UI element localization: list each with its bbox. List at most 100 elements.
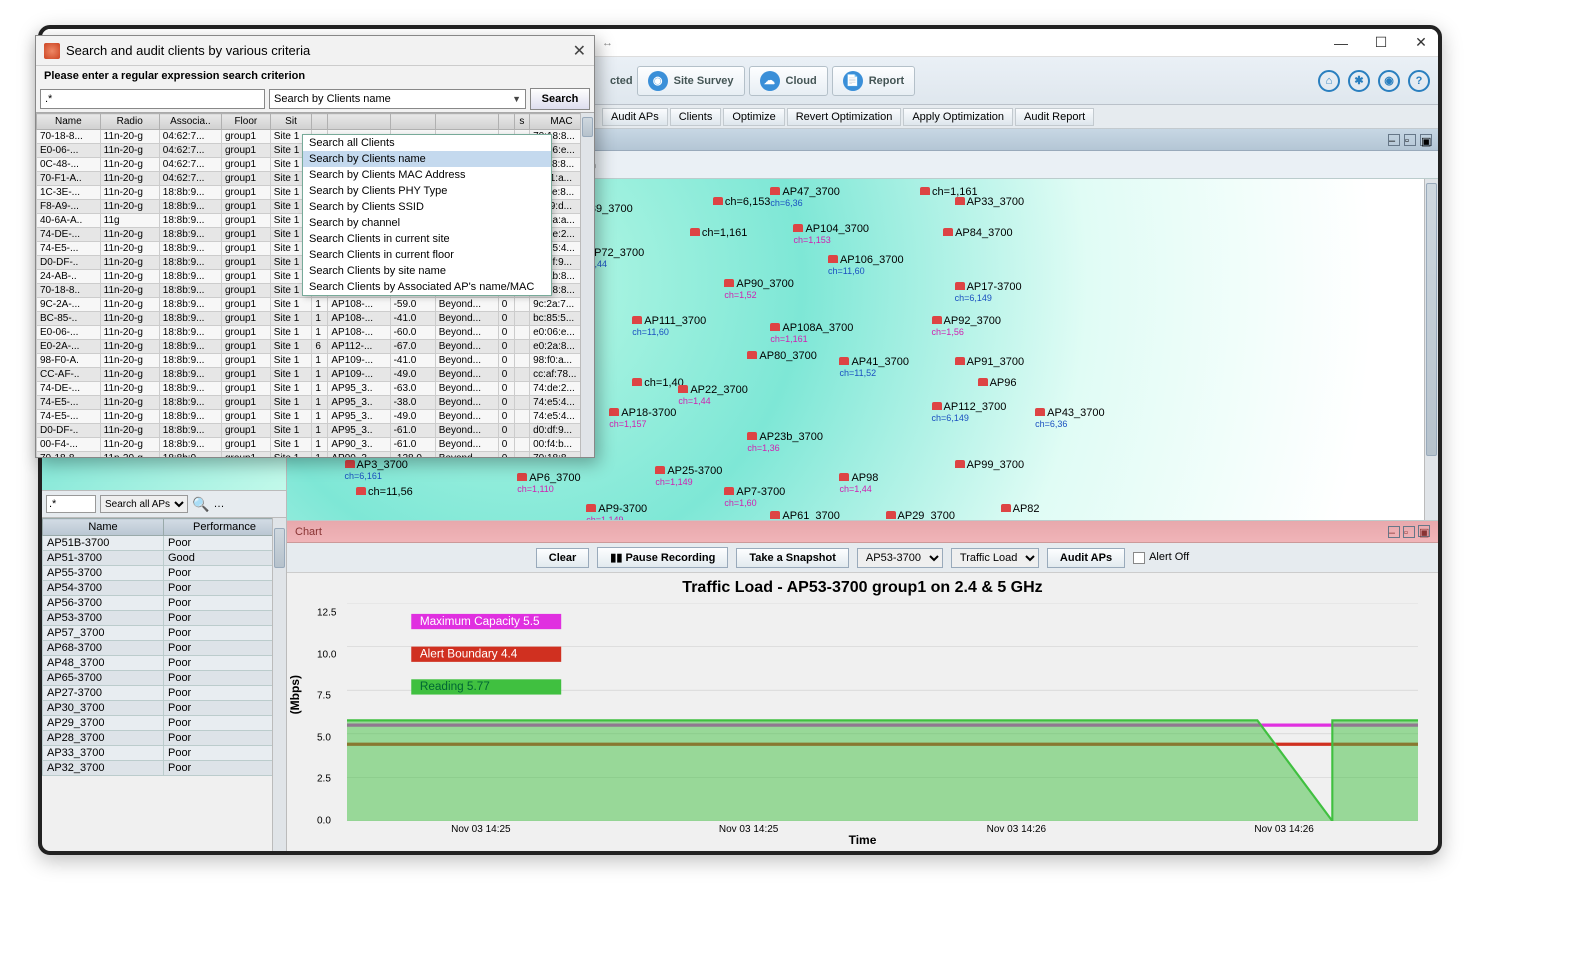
ap-node[interactable]: AP99_3700: [955, 459, 1025, 471]
ap-node[interactable]: AP22_3700ch=1,44: [678, 384, 748, 406]
dropdown-option[interactable]: Search Clients in current site: [303, 231, 551, 247]
scrollbar[interactable]: [272, 518, 286, 851]
table-row[interactable]: AP53-3700Poor: [43, 611, 286, 626]
table-row[interactable]: E0-2A-...11n-20-g18:8b:9...group1Site 16…: [37, 340, 594, 354]
dropdown-option[interactable]: Search by Clients MAC Address: [303, 167, 551, 183]
column-header[interactable]: Name: [37, 114, 101, 130]
table-row[interactable]: E0-06-...11n-20-g18:8b:9...group1Site 11…: [37, 326, 594, 340]
home-icon[interactable]: ⌂: [1318, 70, 1340, 92]
panel-restore-icon[interactable]: ▫: [1404, 134, 1416, 146]
table-row[interactable]: 00-F4-...11n-20-g18:8b:9...group1Site 11…: [37, 438, 594, 452]
ap-node[interactable]: AP25-3700ch=1,149: [655, 465, 722, 487]
criterion-dropdown[interactable]: Search all ClientsSearch by Clients name…: [302, 134, 552, 296]
ap-node[interactable]: ch=6,153: [713, 196, 771, 208]
column-header[interactable]: [328, 114, 390, 130]
ap-node[interactable]: AP23b_3700ch=1,36: [747, 431, 823, 453]
clear-button[interactable]: Clear: [536, 548, 590, 568]
column-header[interactable]: s: [514, 114, 529, 130]
table-row[interactable]: AP55-3700Poor: [43, 566, 286, 581]
apply-optimization-button[interactable]: Apply Optimization: [903, 108, 1013, 126]
table-row[interactable]: AP30_3700Poor: [43, 701, 286, 716]
table-row[interactable]: 74-DE-...11n-20-g18:8b:9...group1Site 11…: [37, 382, 594, 396]
ap-node[interactable]: AP111_3700ch=11,60: [632, 315, 706, 337]
ap-node[interactable]: AP106_3700ch=11,60: [828, 254, 904, 276]
ap-node[interactable]: AP112_3700ch=6,149: [932, 401, 1007, 423]
revert-optimization-button[interactable]: Revert Optimization: [787, 108, 902, 126]
pause-recording-button[interactable]: ▮▮ Pause Recording: [597, 547, 728, 568]
table-row[interactable]: D0-DF-..11n-20-g18:8b:9...group1Site 11A…: [37, 424, 594, 438]
table-row[interactable]: AP56-3700Poor: [43, 596, 286, 611]
ap-node[interactable]: AP33_3700: [955, 196, 1025, 208]
column-header[interactable]: [312, 114, 328, 130]
table-row[interactable]: AP51B-3700Poor: [43, 536, 286, 551]
ap-node[interactable]: AP6_3700ch=1,110: [517, 472, 580, 494]
audit-aps-button[interactable]: Audit APs: [602, 108, 668, 126]
ap-node[interactable]: AP17-3700ch=6,149: [955, 281, 1022, 303]
panel-maximize-icon[interactable]: ▣: [1420, 134, 1432, 146]
cloud-button[interactable]: ☁Cloud: [749, 66, 828, 96]
table-row[interactable]: 98-F0-A.11n-20-g18:8b:9...group1Site 11A…: [37, 354, 594, 368]
map-scrollbar[interactable]: [1424, 179, 1438, 520]
ap-node[interactable]: AP18-3700ch=1,157: [609, 407, 676, 429]
ap-node[interactable]: AP84_3700: [943, 227, 1013, 239]
column-header[interactable]: [390, 114, 435, 130]
chart-minimize-icon[interactable]: –: [1388, 526, 1400, 538]
table-row[interactable]: CC-AF-..11n-20-g18:8b:9...group1Site 11A…: [37, 368, 594, 382]
gear-icon[interactable]: ✱: [1348, 70, 1370, 92]
table-row[interactable]: 70-18-8..11n-20-g18:8b:9...group1Site 11…: [37, 452, 594, 458]
stop-icon[interactable]: ◉: [1378, 70, 1400, 92]
table-row[interactable]: AP54-3700Poor: [43, 581, 286, 596]
ap-node[interactable]: AP3_3700ch=6,161: [345, 459, 408, 481]
column-header[interactable]: Name: [43, 519, 164, 536]
ap-performance-table[interactable]: NamePerformance AP51B-3700PoorAP51-3700G…: [42, 518, 286, 851]
dropdown-option[interactable]: Search Clients by Associated AP's name/M…: [303, 279, 551, 295]
search-input[interactable]: [40, 89, 265, 109]
table-row[interactable]: AP33_3700Poor: [43, 746, 286, 761]
ap-node[interactable]: ch=1,40: [632, 377, 683, 389]
dialog-scrollbar[interactable]: [580, 113, 594, 457]
dialog-close-button[interactable]: ✕: [573, 41, 586, 61]
column-header[interactable]: Associa..: [159, 114, 221, 130]
ap-node[interactable]: AP91_3700: [955, 356, 1025, 368]
resize-grip[interactable]: ↔: [602, 37, 613, 49]
ap-node[interactable]: AP90_3700ch=1,52: [724, 278, 794, 300]
ap-node[interactable]: AP9-3700ch=1,149: [586, 503, 647, 521]
ap-node[interactable]: AP108A_3700ch=1,161: [770, 322, 853, 344]
snapshot-button[interactable]: Take a Snapshot: [736, 548, 849, 568]
table-row[interactable]: 74-E5-...11n-20-g18:8b:9...group1Site 11…: [37, 410, 594, 424]
ap-node[interactable]: AP98ch=1,44: [839, 472, 878, 494]
ap-filter-select[interactable]: Search all APs: [100, 495, 188, 513]
table-row[interactable]: AP32_3700Poor: [43, 761, 286, 776]
chart-restore-icon[interactable]: ▫: [1403, 526, 1415, 538]
table-row[interactable]: BC-85-..11n-20-g18:8b:9...group1Site 11A…: [37, 312, 594, 326]
search-button[interactable]: Search: [530, 88, 590, 110]
table-row[interactable]: 74-E5-...11n-20-g18:8b:9...group1Site 11…: [37, 396, 594, 410]
dropdown-option[interactable]: Search by channel: [303, 215, 551, 231]
ap-node[interactable]: AP96: [978, 377, 1017, 389]
dropdown-option[interactable]: Search Clients by site name: [303, 263, 551, 279]
close-button[interactable]: ✕: [1414, 36, 1428, 50]
dropdown-option[interactable]: Search by Clients name: [303, 151, 551, 167]
ap-node[interactable]: AP47_3700ch=6,36: [770, 186, 840, 208]
table-row[interactable]: AP29_3700Poor: [43, 716, 286, 731]
column-header[interactable]: Sit: [270, 114, 312, 130]
ap-node[interactable]: AP7-3700ch=1,60: [724, 486, 785, 508]
table-row[interactable]: AP48_3700Poor: [43, 656, 286, 671]
search-icon[interactable]: 🔍: [192, 496, 209, 513]
table-row[interactable]: AP51-3700Good: [43, 551, 286, 566]
ap-node[interactable]: AP80_3700: [747, 350, 817, 362]
column-header[interactable]: [498, 114, 514, 130]
ap-node[interactable]: ch=1,161: [690, 227, 748, 239]
column-header[interactable]: Performance: [163, 519, 285, 536]
table-row[interactable]: AP28_3700Poor: [43, 731, 286, 746]
column-header[interactable]: [435, 114, 498, 130]
minimize-button[interactable]: —: [1334, 36, 1348, 50]
more-icon[interactable]: …: [213, 498, 224, 510]
dropdown-option[interactable]: Search by Clients SSID: [303, 199, 551, 215]
table-row[interactable]: AP68-3700Poor: [43, 641, 286, 656]
dialog-titlebar[interactable]: Search and audit clients by various crit…: [36, 36, 594, 66]
table-row[interactable]: 9C-2A-...11n-20-g18:8b:9...group1Site 11…: [37, 298, 594, 312]
ap-node[interactable]: AP43_3700ch=6,36: [1035, 407, 1105, 429]
ap-node[interactable]: AP82: [1001, 503, 1040, 515]
ap-node[interactable]: AP92_3700ch=1,56: [932, 315, 1002, 337]
